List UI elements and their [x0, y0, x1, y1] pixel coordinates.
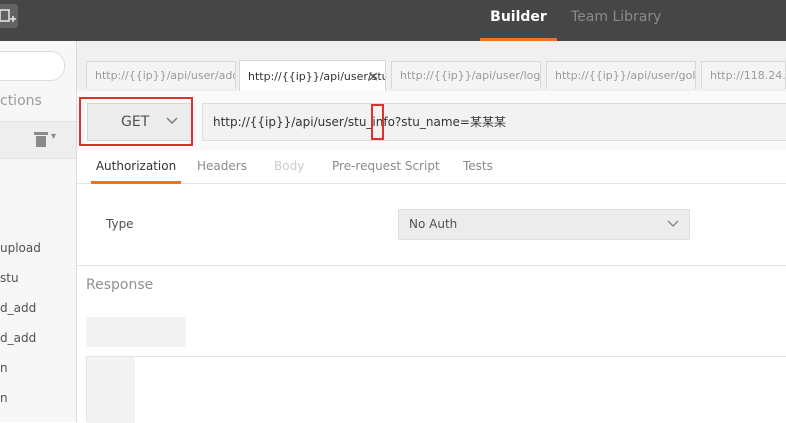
new-tab-glyph	[0, 9, 16, 22]
trash-icon[interactable]	[34, 132, 48, 147]
tab-pre-request-script[interactable]: Pre-request Script	[332, 151, 440, 183]
url-input[interactable]: http://{{ip}}/api/user/stu_info?stu_name…	[202, 103, 786, 141]
close-icon[interactable]: ×	[367, 61, 379, 92]
nav-tab-builder[interactable]: Builder	[480, 0, 557, 41]
auth-type-label: Type	[106, 217, 134, 231]
request-tab-active[interactable]: http://{{ip}}/api/user/stu_info ×	[239, 60, 386, 92]
auth-type-value: No Auth	[409, 217, 458, 231]
top-bar: Builder Team Library	[0, 0, 786, 41]
chevron-down-icon[interactable]: ▾	[51, 131, 56, 142]
tab-body[interactable]: Body	[274, 151, 304, 183]
request-subtabs: Authorization Headers Body Pre-request S…	[77, 151, 786, 184]
trash-lid	[34, 132, 48, 135]
request-tab[interactable]: http://{{ip}}/api/user/add_stu	[86, 61, 236, 89]
response-status-placeholder	[86, 317, 186, 347]
sidebar-item-add[interactable]: d_add	[0, 301, 36, 315]
sidebar-item-login[interactable]: n	[0, 391, 8, 405]
sidebar-item-login[interactable]: n	[0, 361, 8, 375]
request-tab[interactable]: http://{{ip}}/api/user/login	[391, 61, 541, 89]
request-tabs-bar: http://{{ip}}/api/user/add_stu http://{{…	[77, 41, 786, 92]
nav-tab-team-library[interactable]: Team Library	[571, 0, 661, 38]
sidebar-item-stu[interactable]: stu	[0, 271, 19, 285]
tab-tests[interactable]: Tests	[463, 151, 493, 183]
response-divider	[77, 265, 786, 266]
query-separator-highlight-box	[371, 104, 384, 140]
tab-headers[interactable]: Headers	[197, 151, 247, 183]
sidebar-heading-collections[interactable]: ctions	[0, 93, 42, 109]
new-tab-icon[interactable]	[0, 4, 18, 28]
response-title: Response	[86, 277, 154, 293]
sidebar: ctions ▾ upload stu d_add d_add n n	[0, 41, 77, 422]
request-tab[interactable]: http://{{ip}}/api/user/gold_add	[546, 61, 696, 89]
method-highlight-box	[79, 97, 193, 146]
request-tab-label: http://{{ip}}/api/user/stu_info	[248, 70, 385, 83]
response-body-area[interactable]	[86, 356, 786, 423]
chevron-down-icon	[667, 210, 679, 239]
tab-authorization[interactable]: Authorization	[91, 151, 181, 184]
trash-body	[36, 136, 46, 147]
auth-type-select[interactable]: No Auth	[398, 209, 690, 240]
request-tab[interactable]: http://118.24.3.	[701, 61, 786, 89]
sidebar-item-upload[interactable]: upload	[0, 241, 41, 255]
chevron-down-glyph	[667, 220, 679, 228]
sidebar-toolbar: ▾	[0, 121, 76, 159]
sidebar-item-add[interactable]: d_add	[0, 331, 36, 345]
response-line-gutter	[87, 357, 135, 423]
url-text: http://{{ip}}/api/user/stu_info?stu_name…	[213, 115, 506, 129]
sidebar-search-input[interactable]	[0, 51, 65, 81]
